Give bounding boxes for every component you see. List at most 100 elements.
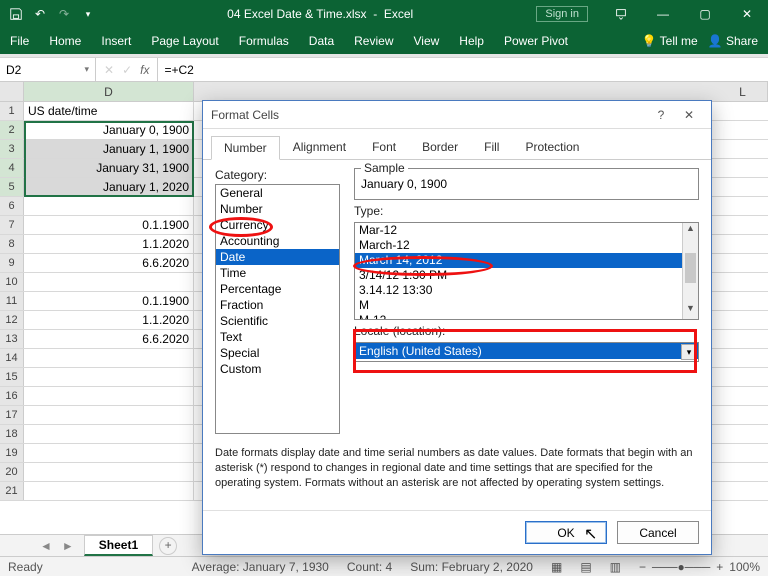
sheet-nav-next[interactable]: ► <box>62 539 74 553</box>
tab-page-layout[interactable]: Page Layout <box>141 28 228 54</box>
type-scrollbar[interactable]: ▲ ▼ <box>682 223 698 319</box>
type-list[interactable]: Mar-12March-12March 14, 20123/14/12 1:30… <box>354 222 699 320</box>
tab-insert[interactable]: Insert <box>91 28 141 54</box>
row-header[interactable]: 21 <box>0 482 24 500</box>
category-option[interactable]: Special <box>216 345 339 361</box>
row-header[interactable]: 3 <box>0 140 24 158</box>
row-header[interactable]: 16 <box>0 387 24 405</box>
cell-d9[interactable]: 6.6.2020 <box>24 254 194 272</box>
tab-formulas[interactable]: Formulas <box>229 28 299 54</box>
cell-d14[interactable] <box>24 349 194 367</box>
name-box[interactable]: D2▾ <box>0 58 96 81</box>
locale-dropdown[interactable]: English (United States) ▾ <box>354 342 699 362</box>
row-header[interactable]: 9 <box>0 254 24 272</box>
cell-d13[interactable]: 6.6.2020 <box>24 330 194 348</box>
zoom-in-button[interactable]: + <box>716 560 723 574</box>
cell-d18[interactable] <box>24 425 194 443</box>
ribbon-options-icon[interactable] <box>600 0 642 28</box>
cell-d5[interactable]: January 1, 2020 <box>24 178 194 196</box>
row-header[interactable]: 12 <box>0 311 24 329</box>
cell-d6[interactable] <box>24 197 194 215</box>
minimize-icon[interactable]: — <box>642 0 684 28</box>
cancel-formula-icon[interactable]: ✕ <box>104 63 114 77</box>
row-header[interactable]: 19 <box>0 444 24 462</box>
row-header[interactable]: 10 <box>0 273 24 291</box>
cell-d19[interactable] <box>24 444 194 462</box>
tab-file[interactable]: File <box>0 28 39 54</box>
dlgtab-fill[interactable]: Fill <box>471 135 512 159</box>
row-header[interactable]: 20 <box>0 463 24 481</box>
cell-d16[interactable] <box>24 387 194 405</box>
new-sheet-button[interactable]: + <box>159 537 177 555</box>
category-option[interactable]: Accounting <box>216 233 339 249</box>
view-pagebreak-icon[interactable]: ▥ <box>610 560 621 574</box>
type-option[interactable]: March-12 <box>355 238 698 253</box>
sign-in-button[interactable]: Sign in <box>536 6 588 22</box>
category-option[interactable]: Percentage <box>216 281 339 297</box>
category-option[interactable]: Text <box>216 329 339 345</box>
zoom-out-button[interactable]: − <box>639 560 646 574</box>
row-header[interactable]: 17 <box>0 406 24 424</box>
dlgtab-number[interactable]: Number <box>211 136 280 160</box>
dlgtab-border[interactable]: Border <box>409 135 471 159</box>
chevron-down-icon[interactable]: ▾ <box>681 344 697 360</box>
type-option[interactable]: 3.14.12 13:30 <box>355 283 698 298</box>
cell-d2[interactable]: January 0, 1900 <box>24 121 194 139</box>
cell-d8[interactable]: 1.1.2020 <box>24 235 194 253</box>
scroll-thumb[interactable] <box>685 253 696 283</box>
category-option[interactable]: Custom <box>216 361 339 377</box>
cell-d15[interactable] <box>24 368 194 386</box>
dialog-help-icon[interactable]: ? <box>647 108 675 122</box>
fx-icon[interactable]: fx <box>140 63 149 77</box>
enter-formula-icon[interactable]: ✓ <box>122 63 132 77</box>
cell-d7[interactable]: 0.1.1900 <box>24 216 194 234</box>
zoom-level[interactable]: 100% <box>729 560 760 574</box>
row-header[interactable]: 6 <box>0 197 24 215</box>
category-option[interactable]: Number <box>216 201 339 217</box>
category-option[interactable]: Currency <box>216 217 339 233</box>
cell-d3[interactable]: January 1, 1900 <box>24 140 194 158</box>
category-option[interactable]: Time <box>216 265 339 281</box>
row-header[interactable]: 4 <box>0 159 24 177</box>
category-option[interactable]: Date <box>216 249 339 265</box>
undo-icon[interactable]: ↶ <box>32 6 48 22</box>
dlgtab-font[interactable]: Font <box>359 135 409 159</box>
formula-input[interactable]: =+C2 <box>158 58 768 81</box>
type-option[interactable]: Mar-12 <box>355 223 698 238</box>
row-header[interactable]: 11 <box>0 292 24 310</box>
tab-home[interactable]: Home <box>39 28 91 54</box>
type-option[interactable]: 3/14/12 1:30 PM <box>355 268 698 283</box>
view-layout-icon[interactable]: ▤ <box>580 560 591 574</box>
col-header-d[interactable]: D <box>24 82 194 101</box>
row-header[interactable]: 14 <box>0 349 24 367</box>
redo-icon[interactable]: ↷ <box>56 6 72 22</box>
dlgtab-alignment[interactable]: Alignment <box>280 135 359 159</box>
qat-dropdown-icon[interactable]: ▾ <box>80 6 96 22</box>
view-normal-icon[interactable]: ▦ <box>551 560 562 574</box>
tab-data[interactable]: Data <box>299 28 344 54</box>
share-button[interactable]: 👤 Share <box>708 34 758 48</box>
type-option[interactable]: M <box>355 298 698 313</box>
tab-help[interactable]: Help <box>449 28 494 54</box>
row-header[interactable]: 7 <box>0 216 24 234</box>
tab-review[interactable]: Review <box>344 28 403 54</box>
row-header[interactable]: 13 <box>0 330 24 348</box>
type-option[interactable]: M-12 <box>355 313 698 320</box>
cell-d4[interactable]: January 31, 1900 <box>24 159 194 177</box>
tell-me[interactable]: 💡 Tell me <box>642 34 698 48</box>
category-option[interactable]: Fraction <box>216 297 339 313</box>
cell-d20[interactable] <box>24 463 194 481</box>
dlgtab-protection[interactable]: Protection <box>512 135 592 159</box>
category-option[interactable]: General <box>216 185 339 201</box>
sheet-tab-sheet1[interactable]: Sheet1 <box>84 535 153 556</box>
scroll-up-icon[interactable]: ▲ <box>683 223 698 239</box>
row-header[interactable]: 2 <box>0 121 24 139</box>
cell-d21[interactable] <box>24 482 194 500</box>
maximize-icon[interactable]: ▢ <box>684 0 726 28</box>
cell-d11[interactable]: 0.1.1900 <box>24 292 194 310</box>
tab-power-pivot[interactable]: Power Pivot <box>494 28 578 54</box>
scroll-down-icon[interactable]: ▼ <box>683 303 698 319</box>
category-list[interactable]: GeneralNumberCurrencyAccountingDateTimeP… <box>215 184 340 434</box>
row-header[interactable]: 5 <box>0 178 24 196</box>
close-icon[interactable]: ✕ <box>726 0 768 28</box>
